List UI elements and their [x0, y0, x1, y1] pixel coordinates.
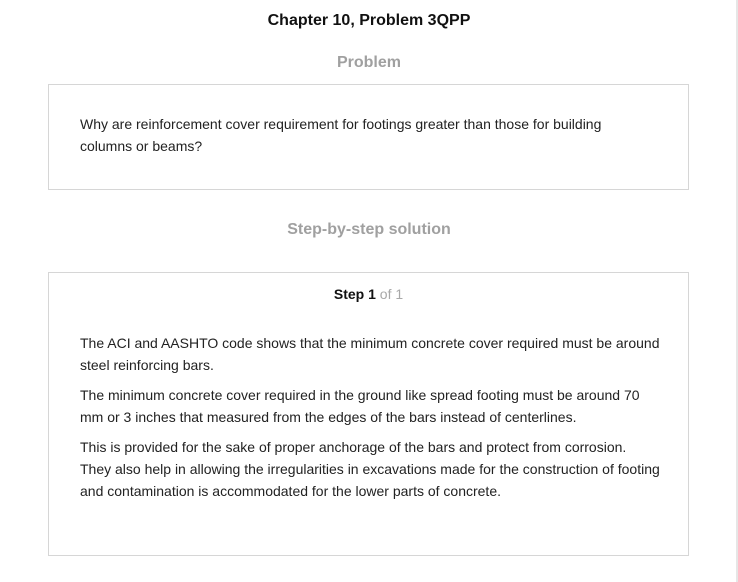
- problem-text: Why are reinforcement cover requirement …: [80, 116, 602, 154]
- solution-paragraph: This is provided for the sake of proper …: [80, 439, 660, 499]
- solution-heading: Step-by-step solution: [287, 221, 451, 238]
- problem-box: Why are reinforcement cover requirement …: [48, 84, 689, 190]
- solution-body: The ACI and AASHTO code shows that the m…: [80, 332, 660, 510]
- solution-paragraph: The ACI and AASHTO code shows that the m…: [80, 335, 660, 373]
- step-number: 1: [368, 286, 376, 302]
- step-word: Step: [333, 286, 365, 302]
- solution-paragraph: The minimum concrete cover required in t…: [80, 387, 640, 425]
- page-title: Chapter 10, Problem 3QPP: [267, 12, 471, 29]
- step-total: of 1: [379, 286, 404, 302]
- problem-heading: Problem: [336, 54, 401, 71]
- solution-box: Step 1 of 1 The ACI and AASHTO code show…: [48, 272, 689, 556]
- page: Chapter 10, Problem 3QPP Problem Why are…: [0, 0, 738, 582]
- step-indicator: Step 1 of 1: [49, 284, 688, 304]
